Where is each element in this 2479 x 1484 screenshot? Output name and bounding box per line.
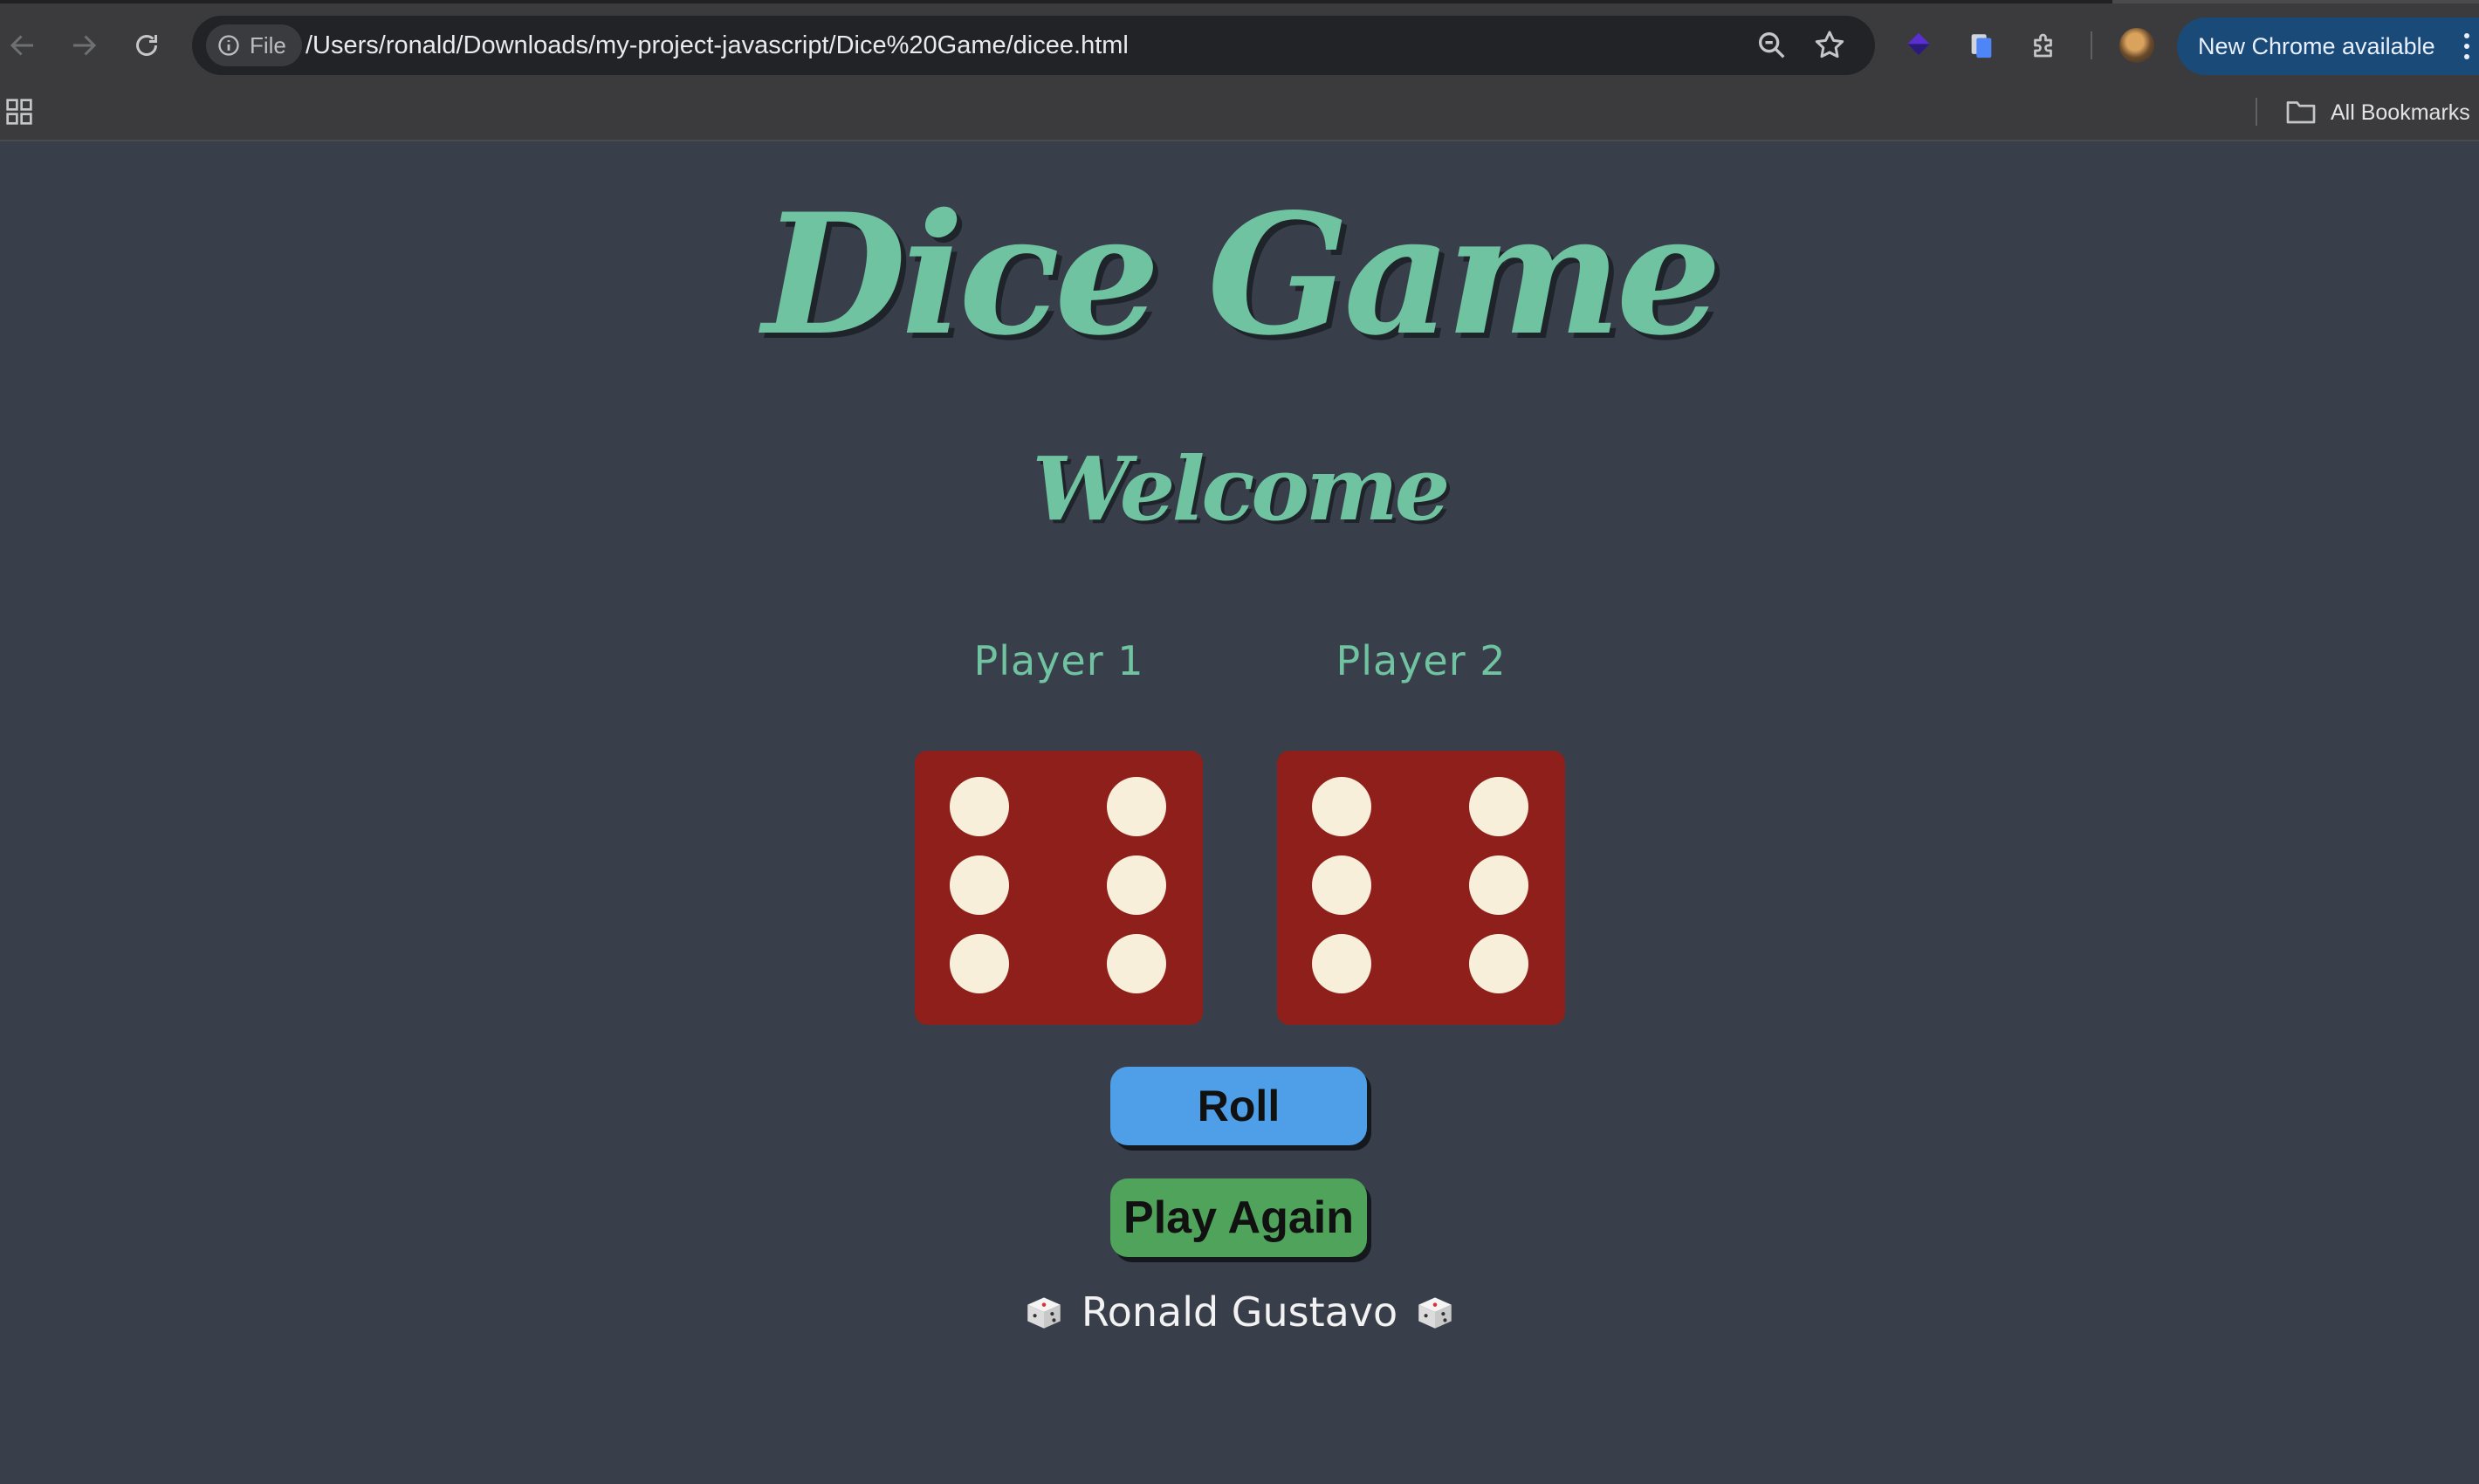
forward-button[interactable]: [63, 24, 105, 66]
puzzle-icon: [2034, 33, 2052, 58]
toolbar-divider: [2091, 31, 2092, 59]
welcome-heading: Welcome: [1032, 437, 1451, 540]
all-bookmarks-label[interactable]: All Bookmarks: [2331, 84, 2470, 141]
bookmarks-bar: All Bookmarks: [0, 84, 2479, 141]
play-again-button[interactable]: Play Again: [1110, 1178, 1367, 1257]
site-info-chip[interactable]: File: [206, 24, 302, 66]
back-button[interactable]: [2, 24, 44, 66]
footer-credit: Ronald Gustavo: [0, 1288, 2479, 1336]
die-pip: [1312, 855, 1371, 915]
die-pip: [1312, 934, 1371, 993]
back-icon: [10, 35, 33, 56]
docs-extension-icon[interactable]: [1962, 26, 2001, 65]
url-text[interactable]: /Users/ronald/Downloads/my-project-javas…: [306, 16, 1129, 75]
reload-button[interactable]: [126, 24, 168, 66]
apps-icon[interactable]: [5, 98, 33, 126]
tab-strip-edge: [2112, 0, 2479, 3]
die-pip: [950, 934, 1009, 993]
dice-icon: [1418, 1297, 1452, 1329]
player2-label: Player 2: [1336, 637, 1507, 684]
player1-die: [915, 751, 1203, 1025]
die-pip: [1469, 855, 1528, 915]
proton-extension-icon: [1907, 32, 1930, 56]
info-icon: [218, 35, 239, 56]
author-name: Ronald Gustavo: [1081, 1288, 1398, 1336]
player2-die: [1277, 751, 1565, 1025]
update-button-label: New Chrome available: [2198, 32, 2435, 59]
forward-icon: [73, 35, 97, 56]
browser-toolbar: File /Users/ronald/Downloads/my-project-…: [0, 0, 2479, 84]
address-bar[interactable]: File /Users/ronald/Downloads/my-project-…: [192, 16, 1875, 75]
new-chrome-available-button[interactable]: New Chrome available: [2177, 17, 2479, 75]
document-icon: [1971, 34, 1992, 58]
die-pip: [1107, 777, 1166, 836]
die-pip: [1312, 777, 1371, 836]
page-title: Dice Game: [762, 177, 1722, 372]
extensions-button[interactable]: [2025, 26, 2064, 65]
profile-avatar[interactable]: [2119, 28, 2154, 63]
player1-label: Player 1: [973, 637, 1144, 684]
die-pip: [1469, 777, 1528, 836]
die-pip: [1107, 934, 1166, 993]
die-pip: [950, 855, 1009, 915]
zoom-icon[interactable]: [1755, 28, 1789, 63]
star-icon[interactable]: [1812, 28, 1847, 63]
dice-icon: [1027, 1297, 1061, 1329]
die-pip: [1469, 934, 1528, 993]
die-pip: [1107, 855, 1166, 915]
site-chip-label: File: [250, 31, 286, 58]
roll-button[interactable]: Roll: [1110, 1067, 1367, 1145]
extension-icon[interactable]: [1899, 26, 1938, 65]
die-pip: [950, 777, 1009, 836]
reload-icon: [136, 35, 157, 56]
more-menu-icon[interactable]: [2463, 31, 2470, 61]
bookmarks-divider: [2256, 98, 2257, 126]
folder-icon[interactable]: [2285, 99, 2317, 125]
